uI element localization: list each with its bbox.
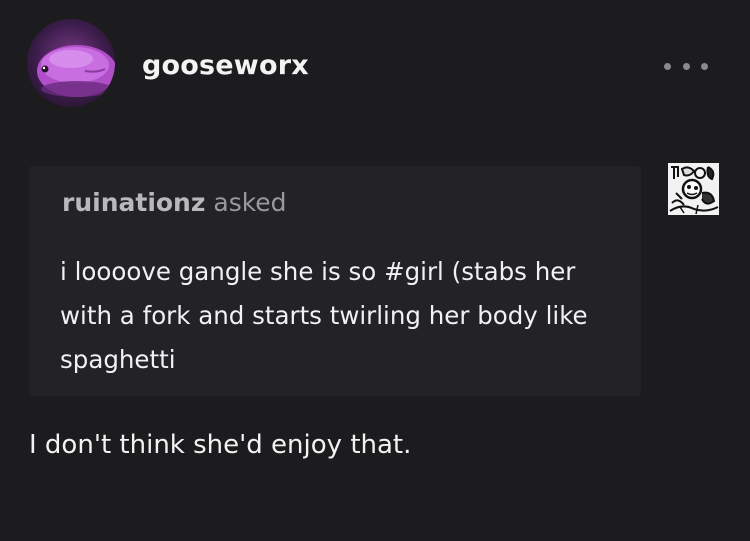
author-avatar[interactable] [27, 19, 115, 107]
asked-label: asked [213, 188, 287, 217]
question-text: i loooove gangle she is so #girl (stabs … [60, 257, 588, 374]
asker-username[interactable]: ruinationz [62, 188, 205, 217]
ellipsis-icon [701, 62, 708, 70]
asker-avatar[interactable] [668, 163, 719, 215]
ellipsis-icon [682, 62, 690, 70]
author-username[interactable]: gooseworx [142, 50, 309, 81]
asker-line: ruinationz asked [62, 188, 287, 217]
answer-text: I don't think she'd enjoy that. [29, 430, 412, 460]
ellipsis-icon [664, 62, 671, 70]
tumblr-post: gooseworx ruinationz asked i loooove gan… [0, 0, 750, 541]
more-options-button[interactable] [664, 58, 708, 74]
ask-box: ruinationz asked i loooove gangle she is… [29, 166, 641, 396]
